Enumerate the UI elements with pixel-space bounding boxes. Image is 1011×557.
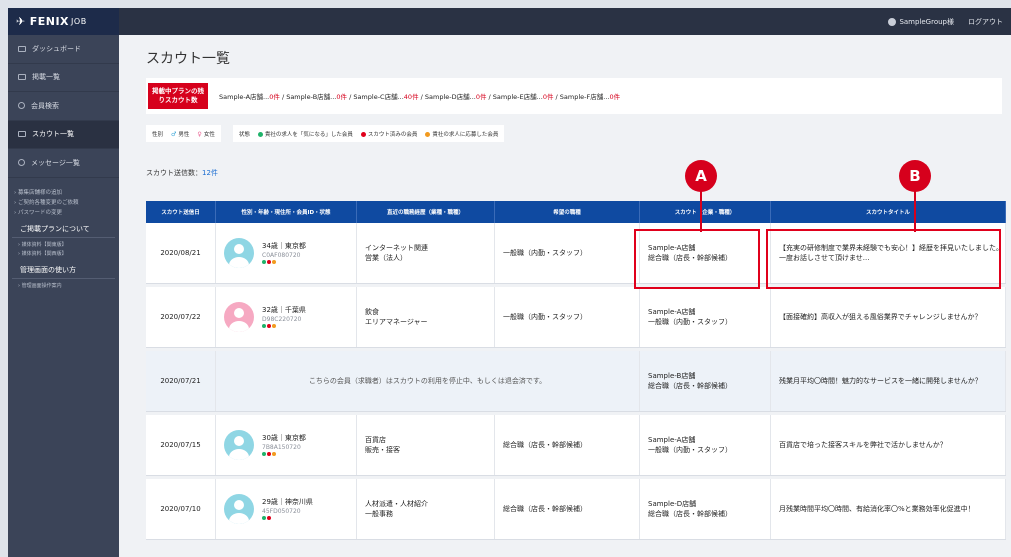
brand-suffix: JOB (71, 17, 87, 26)
dashboard-icon (18, 45, 26, 52)
sub-link-contract[interactable]: › ご契約各種変更のご依頼 (14, 198, 119, 208)
avatar (224, 238, 254, 268)
table-row[interactable]: 2020/07/10 29歳｜神奈川県 45FD050720 人材派遣・人材紹介一… (146, 479, 1006, 540)
sidebar-item-listings[interactable]: 掲載一覧 (8, 64, 119, 92)
table-header: スカウト送信日 性別・年齢・現住所・会員ID・状態 直近の職務経歴（業種・職種）… (146, 201, 1006, 223)
plan-heading: ご掲載プランについて (12, 218, 115, 238)
table-row[interactable]: 2020/07/22 32歳｜千葉県 D98C220720 飲食 エリアマネージャー… (146, 287, 1006, 348)
avatar (224, 302, 254, 332)
status-legend: 状態 貴社の求人を「気になる」した会員 スカウト済みの会員 貴社の求人に応募した… (232, 125, 505, 142)
logout-link[interactable]: ログアウト (968, 17, 1003, 27)
table-row[interactable]: 2020/07/15 30歳｜東京都 7B8A150720 百貨店 販売・接客 総合… (146, 415, 1006, 476)
user-menu[interactable]: SampleGroup様 (888, 17, 954, 27)
plan-link-kanto[interactable]: › 媒体資料【関東版】 (18, 241, 119, 250)
guide-link[interactable]: › 管理画面操作案内 (18, 282, 119, 291)
main-content: スカウト一覧 掲載中プランの残りスカウト数 Sample-A店舗...0件 / … (119, 35, 1011, 557)
table-row[interactable]: 2020/07/21 こちらの会員（求職者）はスカウトの利用を停止中、もしくは退… (146, 351, 1006, 412)
user-name: SampleGroup様 (899, 17, 954, 26)
male-icon: ♂ (171, 130, 177, 138)
annotation-a-badge: A (685, 160, 717, 192)
mail-icon (18, 131, 26, 138)
highlight-title-column (766, 229, 1001, 289)
scout-count: スカウト送信数：12件 (146, 169, 218, 177)
plan-store-counts: Sample-A店舗...0件 / Sample-B店舗...0件 / Samp… (219, 93, 621, 101)
user-icon (888, 17, 897, 26)
status-dot-interested (257, 131, 263, 137)
chat-icon (18, 159, 25, 167)
avatar (224, 494, 254, 524)
guide-heading: 管理画面の使い方 (12, 259, 115, 279)
sidebar: ダッシュボード 掲載一覧 会員検索 スカウト一覧 メッセージ一覧 › 募集店舗様… (8, 35, 119, 557)
gender-legend: 性別 ♂ 男性 ♀ 女性 (146, 125, 221, 142)
sidebar-item-dashboard[interactable]: ダッシュボード (8, 35, 119, 64)
sidebar-item-scout-list[interactable]: スカウト一覧 (8, 120, 119, 149)
status-dot-applied (425, 131, 431, 137)
highlight-scout-column (634, 229, 760, 289)
avatar (224, 430, 254, 460)
legend: 性別 ♂ 男性 ♀ 女性 状態 貴社の求人を「気になる」した会員 スカウト済みの会員… (146, 125, 505, 142)
top-bar: ✈ FENIX JOB SampleGroup様 ログアウト (8, 8, 1011, 35)
status-dot-scouted (360, 131, 366, 137)
plan-box: 掲載中プランの残りスカウト数 Sample-A店舗...0件 / Sample-… (146, 78, 1002, 114)
search-icon (18, 102, 25, 110)
brand-name: FENIX (29, 15, 70, 28)
brand-logo[interactable]: ✈ FENIX JOB (8, 8, 119, 35)
sub-link-password[interactable]: › パスワードの変更 (14, 208, 119, 218)
annotation-b-line (914, 190, 916, 232)
annotation-a-line (700, 190, 702, 232)
list-icon (18, 74, 26, 81)
plan-label: 掲載中プランの残りスカウト数 (148, 83, 208, 109)
page-title: スカウト一覧 (146, 51, 230, 67)
sidebar-item-member-search[interactable]: 会員検索 (8, 92, 119, 121)
app-window: ✈ FENIX JOB SampleGroup様 ログアウト ダッシュボード 掲… (8, 8, 1011, 557)
annotation-b-badge: B (899, 160, 931, 192)
sidebar-item-messages[interactable]: メッセージ一覧 (8, 149, 119, 178)
plan-link-kansai[interactable]: › 媒体資料【関西版】 (18, 250, 119, 259)
wing-logo-icon: ✈ (16, 15, 26, 28)
female-icon: ♀ (197, 130, 202, 138)
sub-link-add-store[interactable]: › 募集店舗様の追加 (14, 188, 119, 198)
